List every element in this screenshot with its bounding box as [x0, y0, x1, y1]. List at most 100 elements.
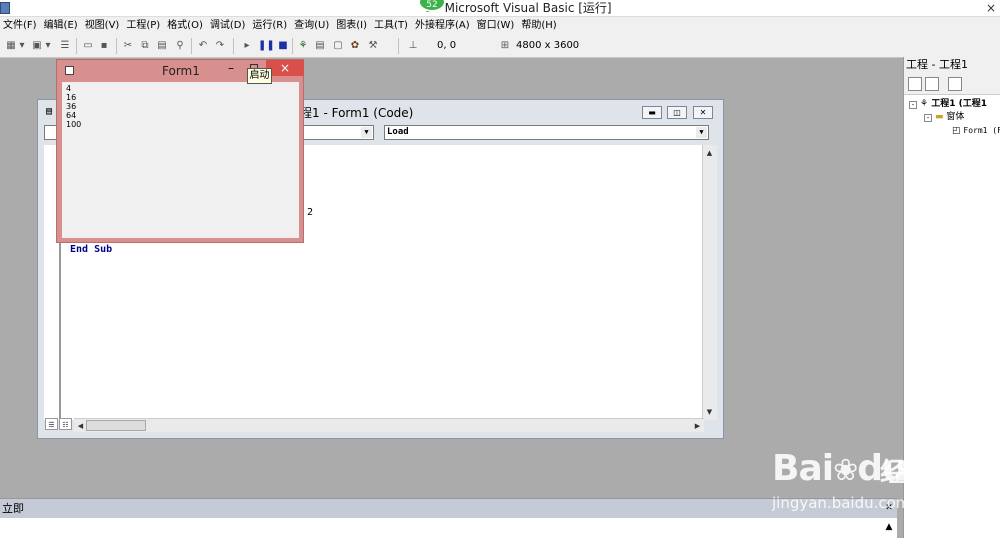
position-icon: ⊥	[408, 40, 418, 51]
menu-window[interactable]: 窗口(W)	[474, 17, 519, 35]
toolbar-separator	[76, 38, 77, 54]
break-icon[interactable]: ❚❚	[258, 39, 275, 53]
baidu-watermark: Bai❀du 经验 jingyan.baidu.com	[762, 430, 952, 520]
redo-icon[interactable]: ↷	[213, 39, 227, 53]
menu-edit[interactable]: 编辑(E)	[41, 17, 82, 35]
menu-bar: 文件(F) 编辑(E) 视图(V) 工程(P) 格式(O) 调试(D) 运行(R…	[0, 17, 1000, 35]
size-readout: 4800 x 3600	[516, 40, 580, 51]
tree-forms-folder[interactable]: ▬ 窗体	[935, 112, 964, 123]
code-window-icon: ▤	[46, 106, 53, 117]
watermark-cn: 经验	[880, 458, 931, 488]
code-close-button[interactable]: ✕	[693, 106, 713, 119]
code-line-end-sub: End Sub	[70, 244, 113, 255]
full-module-view-icon[interactable]: ☷	[59, 418, 72, 430]
menu-format[interactable]: 格式(O)	[164, 17, 207, 35]
form1-window: Form1 – × 4 16 36 64 100	[56, 59, 304, 243]
form-icon: ◰	[952, 126, 961, 136]
toggle-folders-icon[interactable]	[948, 77, 962, 91]
view-code-icon[interactable]	[908, 77, 922, 91]
folder-icon: ▬	[935, 112, 944, 122]
save-project-icon[interactable]: ▪	[97, 39, 111, 53]
code-minimize-button[interactable]: ▬	[642, 106, 662, 119]
toolbar-separator	[191, 38, 192, 54]
menu-run[interactable]: 运行(R)	[249, 17, 291, 35]
scroll-right-icon[interactable]: ▶	[691, 420, 704, 432]
tree-form1-node[interactable]: ◰ Form1 (F	[952, 125, 1000, 137]
title-bar: 1 - Microsoft Visual Basic [运行] ×	[0, 0, 1000, 17]
dropdown-arrow-icon[interactable]: ▾	[18, 39, 26, 53]
menu-file[interactable]: 文件(F)	[0, 17, 41, 35]
scroll-up-icon[interactable]: ▲	[883, 521, 895, 533]
standard-toolbar: ▦ ▾ ▣ ▾ ☰ ▭ ▪ ✂ ⧉ ▤ ⚲ ↶ ↷ ▸ ❚❚ ■ ⚘ ▤ ▢ ✿…	[0, 35, 1000, 58]
chevron-down-icon[interactable]: ▼	[361, 127, 372, 138]
output-line: 100	[66, 120, 82, 129]
tree-forms-label: 窗体	[946, 112, 965, 122]
scroll-up-icon[interactable]: ▲	[703, 147, 716, 159]
scroll-down-icon[interactable]: ▼	[703, 406, 716, 418]
form-icon[interactable]	[65, 66, 74, 75]
find-icon[interactable]: ⚲	[173, 39, 187, 53]
collapse-toggle[interactable]: -	[924, 114, 932, 122]
size-icon: ⊞	[500, 40, 510, 51]
paste-icon[interactable]: ▤	[155, 39, 169, 53]
end-icon[interactable]: ■	[276, 39, 290, 53]
start-tooltip: 启动	[247, 68, 272, 84]
properties-window-icon[interactable]: ▤	[313, 39, 327, 53]
menu-diagram[interactable]: 图表(I)	[333, 17, 371, 35]
output-line: 16	[66, 93, 77, 102]
object-browser-icon[interactable]: ✿	[348, 39, 362, 53]
menu-editor-icon[interactable]: ☰	[58, 39, 72, 53]
toolbar-separator	[233, 38, 234, 54]
toolbox-icon[interactable]: ⚒	[366, 39, 380, 53]
form-layout-icon[interactable]: ▢	[331, 39, 345, 53]
procedure-combo[interactable]: Load ▼	[384, 125, 709, 140]
menu-addins[interactable]: 外接程序(A)	[412, 17, 474, 35]
code-horizontal-scrollbar[interactable]: ◀ ▶	[74, 418, 704, 432]
code-window-title: 程1 - Form1 (Code)	[300, 106, 414, 120]
form1-client-area[interactable]: 4 16 36 64 100	[62, 82, 299, 238]
toolbar-separator	[116, 38, 117, 54]
undo-icon[interactable]: ↶	[196, 39, 210, 53]
form1-minimize-button[interactable]: –	[228, 61, 234, 75]
procedure-view-icon[interactable]: ☰	[45, 418, 58, 430]
view-object-icon[interactable]	[925, 77, 939, 91]
procedure-value: Load	[387, 127, 409, 137]
menu-view[interactable]: 视图(V)	[82, 17, 124, 35]
window-title: 1 - Microsoft Visual Basic [运行]	[425, 1, 612, 15]
menu-debug[interactable]: 调试(D)	[207, 17, 250, 35]
add-form-icon[interactable]: ▣	[30, 39, 44, 53]
menu-query[interactable]: 查询(U)	[291, 17, 333, 35]
code-vertical-scrollbar[interactable]: ▲ ▼	[702, 145, 717, 420]
add-project-icon[interactable]: ▦	[4, 39, 18, 53]
project-explorer-toolbar	[904, 73, 1000, 95]
code-restore-button[interactable]: ◫	[667, 106, 687, 119]
open-project-icon[interactable]: ▭	[81, 39, 95, 53]
menu-tools[interactable]: 工具(T)	[371, 17, 412, 35]
project-explorer-icon[interactable]: ⚘	[296, 39, 310, 53]
tree-project-node[interactable]: ⚘ 工程1 (工程1	[920, 99, 987, 110]
start-icon[interactable]: ▸	[240, 39, 254, 53]
position-readout: 0, 0	[437, 40, 457, 51]
menu-help[interactable]: 帮助(H)	[518, 17, 560, 35]
output-line: 64	[66, 111, 77, 120]
vb-app-icon[interactable]	[0, 2, 10, 14]
dropdown-arrow-icon[interactable]: ▾	[44, 39, 52, 53]
cut-icon[interactable]: ✂	[121, 39, 135, 53]
watermark-url: jingyan.baidu.com	[772, 494, 911, 512]
project-icon: ⚘	[920, 99, 929, 109]
code-line-fragment: 2	[307, 207, 314, 218]
window-close-icon[interactable]: ×	[986, 0, 996, 16]
menu-project[interactable]: 工程(P)	[123, 17, 164, 35]
toolbar-separator	[398, 38, 399, 54]
toolbar-separator	[292, 38, 293, 54]
horizontal-scroll-thumb[interactable]	[86, 420, 146, 431]
tree-form1-label: Form1 (F	[963, 126, 1000, 135]
form1-title: Form1	[162, 64, 200, 78]
output-line: 4	[66, 84, 72, 93]
chevron-down-icon[interactable]: ▼	[696, 127, 707, 138]
collapse-toggle[interactable]: -	[909, 101, 917, 109]
tree-project-label: 工程1 (工程1	[931, 99, 987, 109]
project-explorer-title: 工程 - 工程1	[904, 57, 1000, 73]
copy-icon[interactable]: ⧉	[138, 39, 152, 53]
paw-icon: ❀	[833, 453, 858, 488]
